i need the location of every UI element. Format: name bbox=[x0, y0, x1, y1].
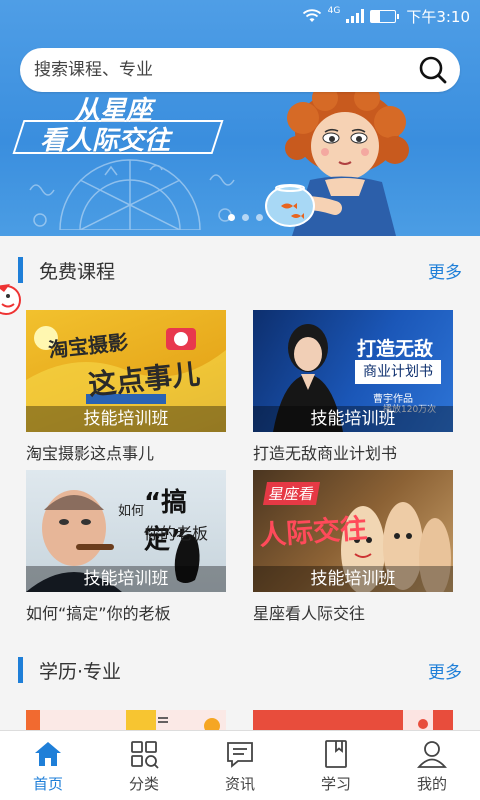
thumbnail-prefix: 如何 bbox=[118, 504, 145, 519]
category-icon bbox=[131, 740, 159, 769]
banner-headline: 从星座 看人际交往 bbox=[12, 90, 240, 156]
wifi-icon bbox=[302, 9, 321, 22]
search-bar[interactable] bbox=[20, 48, 460, 92]
home-icon bbox=[35, 741, 61, 766]
banner-title-line2: 看人际交往 bbox=[40, 126, 171, 156]
news-icon bbox=[227, 741, 253, 768]
search-icon[interactable] bbox=[418, 55, 448, 85]
carousel-dot[interactable] bbox=[242, 214, 249, 221]
tab-label: 分类 bbox=[128, 774, 159, 793]
course-card[interactable]: 星座看 人际交往 技能培训班 星座看人际交往 bbox=[253, 470, 453, 624]
course-title: 如何“搞定”你的老板 bbox=[26, 604, 171, 623]
section-accent-bar bbox=[18, 257, 23, 283]
tab-news[interactable]: 资讯 bbox=[192, 731, 288, 800]
carousel-dot[interactable] bbox=[256, 214, 263, 221]
tab-profile[interactable]: 我的 bbox=[384, 731, 480, 800]
degree-card-peek[interactable] bbox=[253, 710, 453, 730]
tab-home[interactable]: 首页 bbox=[0, 731, 96, 800]
tab-label: 学习 bbox=[320, 774, 351, 793]
section-accent-bar bbox=[18, 657, 23, 683]
course-thumbnail: 星座看 人际交往 技能培训班 bbox=[253, 470, 453, 592]
study-icon bbox=[325, 739, 347, 768]
thumbnail-title: 打造无敌 bbox=[357, 338, 434, 360]
course-card[interactable]: 打造无敌 商业计划书 曹宇作品 播放120万次 技能培训班 打造无敌商业计划书 bbox=[253, 310, 453, 464]
course-thumbnail: 淘宝摄影 这点事儿 技能培训班 bbox=[26, 310, 226, 432]
tab-study[interactable]: 学习 bbox=[288, 731, 384, 800]
degree-card-art bbox=[26, 710, 220, 730]
battery-icon bbox=[370, 9, 400, 23]
bottom-tab-bar: 首页 分类 资讯 学习 我的 bbox=[0, 730, 480, 800]
course-title: 淘宝摄影这点事儿 bbox=[26, 444, 155, 463]
tab-category[interactable]: 分类 bbox=[96, 731, 192, 800]
thumbnail-subtitle: 商业计划书 bbox=[355, 360, 441, 384]
thumbnail-title: 人际交往 bbox=[258, 513, 369, 552]
course-title: 星座看人际交往 bbox=[253, 604, 366, 623]
status-bar: 4G 下午3:10 bbox=[0, 0, 480, 32]
free-courses-more-link[interactable]: 更多 bbox=[428, 258, 462, 283]
hero-banner[interactable]: 4G 下午3:10 从星座 看人际交往 bbox=[0, 0, 480, 236]
section-title: 免费课程 bbox=[39, 260, 116, 283]
course-thumbnail: 如何 “搞定” 你的老板 技能培训班 bbox=[26, 470, 226, 592]
tab-label: 我的 bbox=[416, 774, 447, 793]
course-tag: 技能培训班 bbox=[253, 566, 453, 592]
thumbnail-title: “搞定” bbox=[144, 488, 188, 555]
course-thumbnail: 打造无敌 商业计划书 曹宇作品 播放120万次 技能培训班 bbox=[253, 310, 453, 432]
signal-icon bbox=[346, 9, 365, 23]
network-type: 4G bbox=[327, 6, 341, 16]
free-courses-header: 免费课程 更多 bbox=[0, 248, 480, 292]
course-title: 打造无敌商业计划书 bbox=[253, 444, 398, 463]
thumbnail-prefix: 星座看 bbox=[262, 482, 321, 505]
course-tag: 技能培训班 bbox=[26, 406, 226, 432]
degree-card-peek[interactable] bbox=[26, 710, 226, 730]
course-card[interactable]: 如何 “搞定” 你的老板 技能培训班 如何“搞定”你的老板 bbox=[26, 470, 226, 624]
section-title: 学历·专业 bbox=[39, 660, 122, 683]
degree-more-link[interactable]: 更多 bbox=[428, 658, 462, 683]
thumbnail-subtitle: 你的老板 bbox=[144, 524, 209, 543]
carousel-dot[interactable] bbox=[228, 214, 235, 221]
degree-section-header: 学历·专业 更多 bbox=[0, 648, 480, 692]
cartoon-girl-fishbowl-illustration bbox=[265, 88, 409, 236]
zodiac-wheel-illustration bbox=[29, 159, 235, 230]
carousel-indicator[interactable] bbox=[228, 214, 263, 221]
tab-label: 首页 bbox=[32, 774, 63, 793]
profile-icon bbox=[417, 740, 447, 768]
tab-label: 资讯 bbox=[224, 774, 255, 793]
course-tag: 技能培训班 bbox=[253, 406, 453, 432]
degree-card-art bbox=[403, 710, 433, 730]
course-card[interactable]: 淘宝摄影 这点事儿 技能培训班 淘宝摄影这点事儿 bbox=[26, 310, 226, 464]
clock: 下午3:10 bbox=[406, 7, 470, 26]
course-tag: 技能培训班 bbox=[26, 566, 226, 592]
search-input[interactable] bbox=[34, 60, 418, 80]
